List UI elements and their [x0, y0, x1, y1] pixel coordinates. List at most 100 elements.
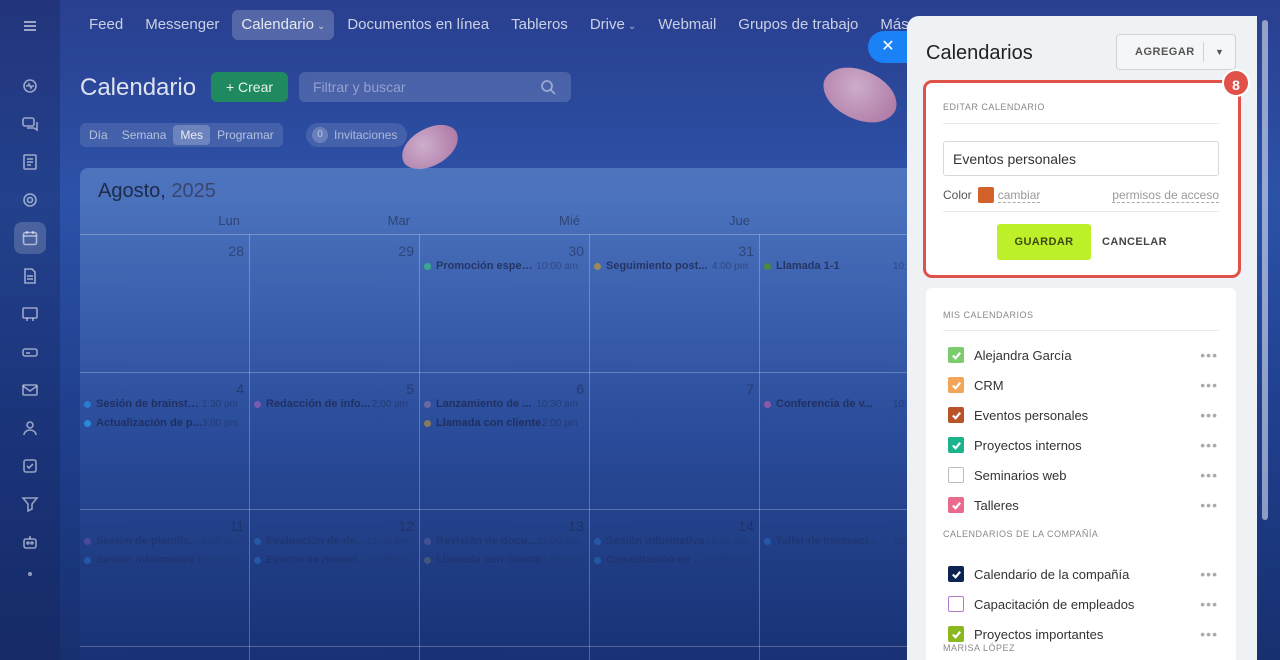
day-number[interactable]: 30 [554, 243, 584, 259]
rail-item[interactable] [14, 10, 46, 42]
calendar-event[interactable]: Llamada 1-1 10:00 [764, 260, 924, 272]
calendar-list-item[interactable]: Eventos personales ••• [948, 405, 1218, 425]
calendar-list-item[interactable]: Alejandra García ••• [948, 345, 1218, 365]
nav-item[interactable]: Webmail [649, 10, 725, 40]
rail-item[interactable] [14, 108, 46, 140]
more-options-icon[interactable]: ••• [1200, 498, 1218, 512]
rail-item[interactable] [14, 450, 46, 482]
calendar-name-input[interactable] [943, 141, 1219, 176]
calendar-checkbox[interactable] [948, 596, 964, 612]
day-number[interactable]: 14 [724, 518, 754, 534]
calendar-event[interactable]: Evaluación de de... 11:00 am [254, 535, 414, 547]
nav-item[interactable]: Feed [80, 10, 132, 40]
rail-item[interactable] [14, 488, 46, 520]
save-button[interactable]: GUARDAR [997, 224, 1091, 260]
calendar-event[interactable]: Seguimiento post... 4:00 pm [594, 260, 754, 272]
calendar-list-item[interactable]: Proyectos importantes ••• [948, 624, 1218, 644]
more-options-icon[interactable]: ••• [1200, 597, 1218, 611]
calendar-event[interactable]: Sesión de planific... 2:00 pm [84, 535, 244, 547]
calendar-event[interactable]: Evento de networ... 2:00 pm [254, 554, 414, 566]
calendar-list-item[interactable]: Seminarios web ••• [948, 465, 1218, 485]
calendar-checkbox[interactable] [948, 377, 964, 393]
calendar-event[interactable]: Llamada con cliente 1:00 pm [424, 554, 584, 566]
calendar-checkbox[interactable] [948, 407, 964, 423]
day-number[interactable]: 28 [214, 243, 244, 259]
invitations-button[interactable]: 0 Invitaciones [306, 123, 408, 147]
day-number[interactable]: 5 [384, 381, 414, 397]
calendar-event[interactable]: Sesión informativa 10:00 am [594, 535, 754, 547]
change-color-link[interactable]: cambiar [997, 188, 1041, 203]
search-icon[interactable] [540, 79, 556, 95]
calendar-event[interactable]: Sesión de brainsto... 1:30 pm [84, 398, 244, 410]
calendar-event[interactable]: Redacción de info... 2:00 pm [254, 398, 414, 410]
color-swatch[interactable] [977, 187, 994, 203]
more-options-icon[interactable]: ••• [1200, 438, 1218, 452]
calendar-list-item[interactable]: Talleres ••• [948, 495, 1218, 515]
calendar-event[interactable]: Revisión de docu... 11:00 am [424, 535, 584, 547]
calendar-list-item[interactable]: CRM ••• [948, 375, 1218, 395]
nav-item[interactable]: Calendario ⌄ [232, 10, 335, 40]
view-tab[interactable]: Día [82, 125, 115, 145]
create-button[interactable]: + Crear [211, 72, 288, 102]
month-title: Agosto, 2025 [98, 180, 216, 203]
rail-item[interactable] [14, 336, 46, 368]
nav-item[interactable]: Messenger [136, 10, 228, 40]
more-options-icon[interactable]: ••• [1200, 627, 1218, 641]
close-panel-button[interactable]: ✕ [868, 31, 908, 63]
calendar-event[interactable]: Sesión informativa 10:00 am [84, 554, 244, 566]
more-options-icon[interactable]: ••• [1200, 348, 1218, 362]
more-options-icon[interactable]: ••• [1200, 408, 1218, 422]
more-options-icon[interactable]: ••• [1200, 468, 1218, 482]
view-tab[interactable]: Semana [115, 125, 174, 145]
view-tab[interactable]: Programar [210, 125, 281, 145]
calendar-checkbox[interactable] [948, 347, 964, 363]
day-number[interactable]: 12 [384, 518, 414, 534]
calendar-event[interactable]: Capacitación en li... 11:00 am [594, 554, 754, 566]
add-button[interactable]: AGREGAR ▼ [1116, 34, 1236, 70]
calendar-checkbox[interactable] [948, 437, 964, 453]
rail-item[interactable] [14, 260, 46, 292]
rail-item[interactable] [14, 526, 46, 558]
nav-item[interactable]: Drive ⌄ [581, 10, 645, 40]
calendar-list-item[interactable]: Proyectos internos ••• [948, 435, 1218, 455]
day-number[interactable]: 6 [554, 381, 584, 397]
calendar-checkbox[interactable] [948, 467, 964, 483]
calendar-event[interactable]: Actualización de p... 3:00 pm [84, 417, 244, 429]
rail-item[interactable] [14, 184, 46, 216]
access-permissions-link[interactable]: permisos de acceso [1112, 188, 1219, 203]
rail-item[interactable] [14, 146, 46, 178]
day-number[interactable]: 11 [214, 518, 244, 534]
calendar-checkbox[interactable] [948, 566, 964, 582]
more-options-icon[interactable]: ••• [1200, 567, 1218, 581]
calendar-checkbox[interactable] [948, 497, 964, 513]
day-number[interactable]: 13 [554, 518, 584, 534]
rail-item[interactable] [14, 412, 46, 444]
rail-item[interactable] [14, 374, 46, 406]
rail-item[interactable] [14, 298, 46, 330]
calendar-event[interactable]: Conferencia de v... 10:00 [764, 398, 924, 410]
calendar-list-item[interactable]: Calendario de la compañía ••• [948, 564, 1218, 584]
calendar-checkbox[interactable] [948, 626, 964, 642]
calendar-list-item[interactable]: Capacitación de empleados ••• [948, 594, 1218, 614]
calendar-event[interactable]: Lanzamiento de ... 10:30 am [424, 398, 584, 410]
edit-calendar-card: EDITAR CALENDARIO Color cambiar permisos… [926, 83, 1238, 275]
day-number[interactable]: 7 [724, 381, 754, 397]
nav-item[interactable]: Grupos de trabajo [729, 10, 867, 40]
calendar-event[interactable]: Promoción espec... 10:00 am [424, 260, 584, 272]
nav-item[interactable]: Tableros [502, 10, 577, 40]
rail-item[interactable] [14, 70, 46, 102]
day-number[interactable]: 29 [384, 243, 414, 259]
panel-scrollbar[interactable] [1262, 20, 1268, 520]
more-options-icon[interactable]: ••• [1200, 378, 1218, 392]
calendar-event[interactable]: Taller de innovaci... 12:00 [764, 535, 924, 547]
nav-item[interactable]: Documentos en línea [338, 10, 498, 40]
rail-item[interactable] [14, 222, 46, 254]
view-tab[interactable]: Mes [173, 125, 211, 145]
search-input[interactable] [299, 72, 571, 102]
calendar-event[interactable]: Llamada con cliente 2:00 pm [424, 417, 584, 429]
rail-item[interactable] [14, 558, 46, 590]
day-number[interactable]: 31 [724, 243, 754, 259]
day-number[interactable]: 4 [214, 381, 244, 397]
cancel-button[interactable]: CANCELAR [1102, 224, 1167, 260]
chevron-down-icon[interactable]: ▼ [1204, 47, 1224, 57]
